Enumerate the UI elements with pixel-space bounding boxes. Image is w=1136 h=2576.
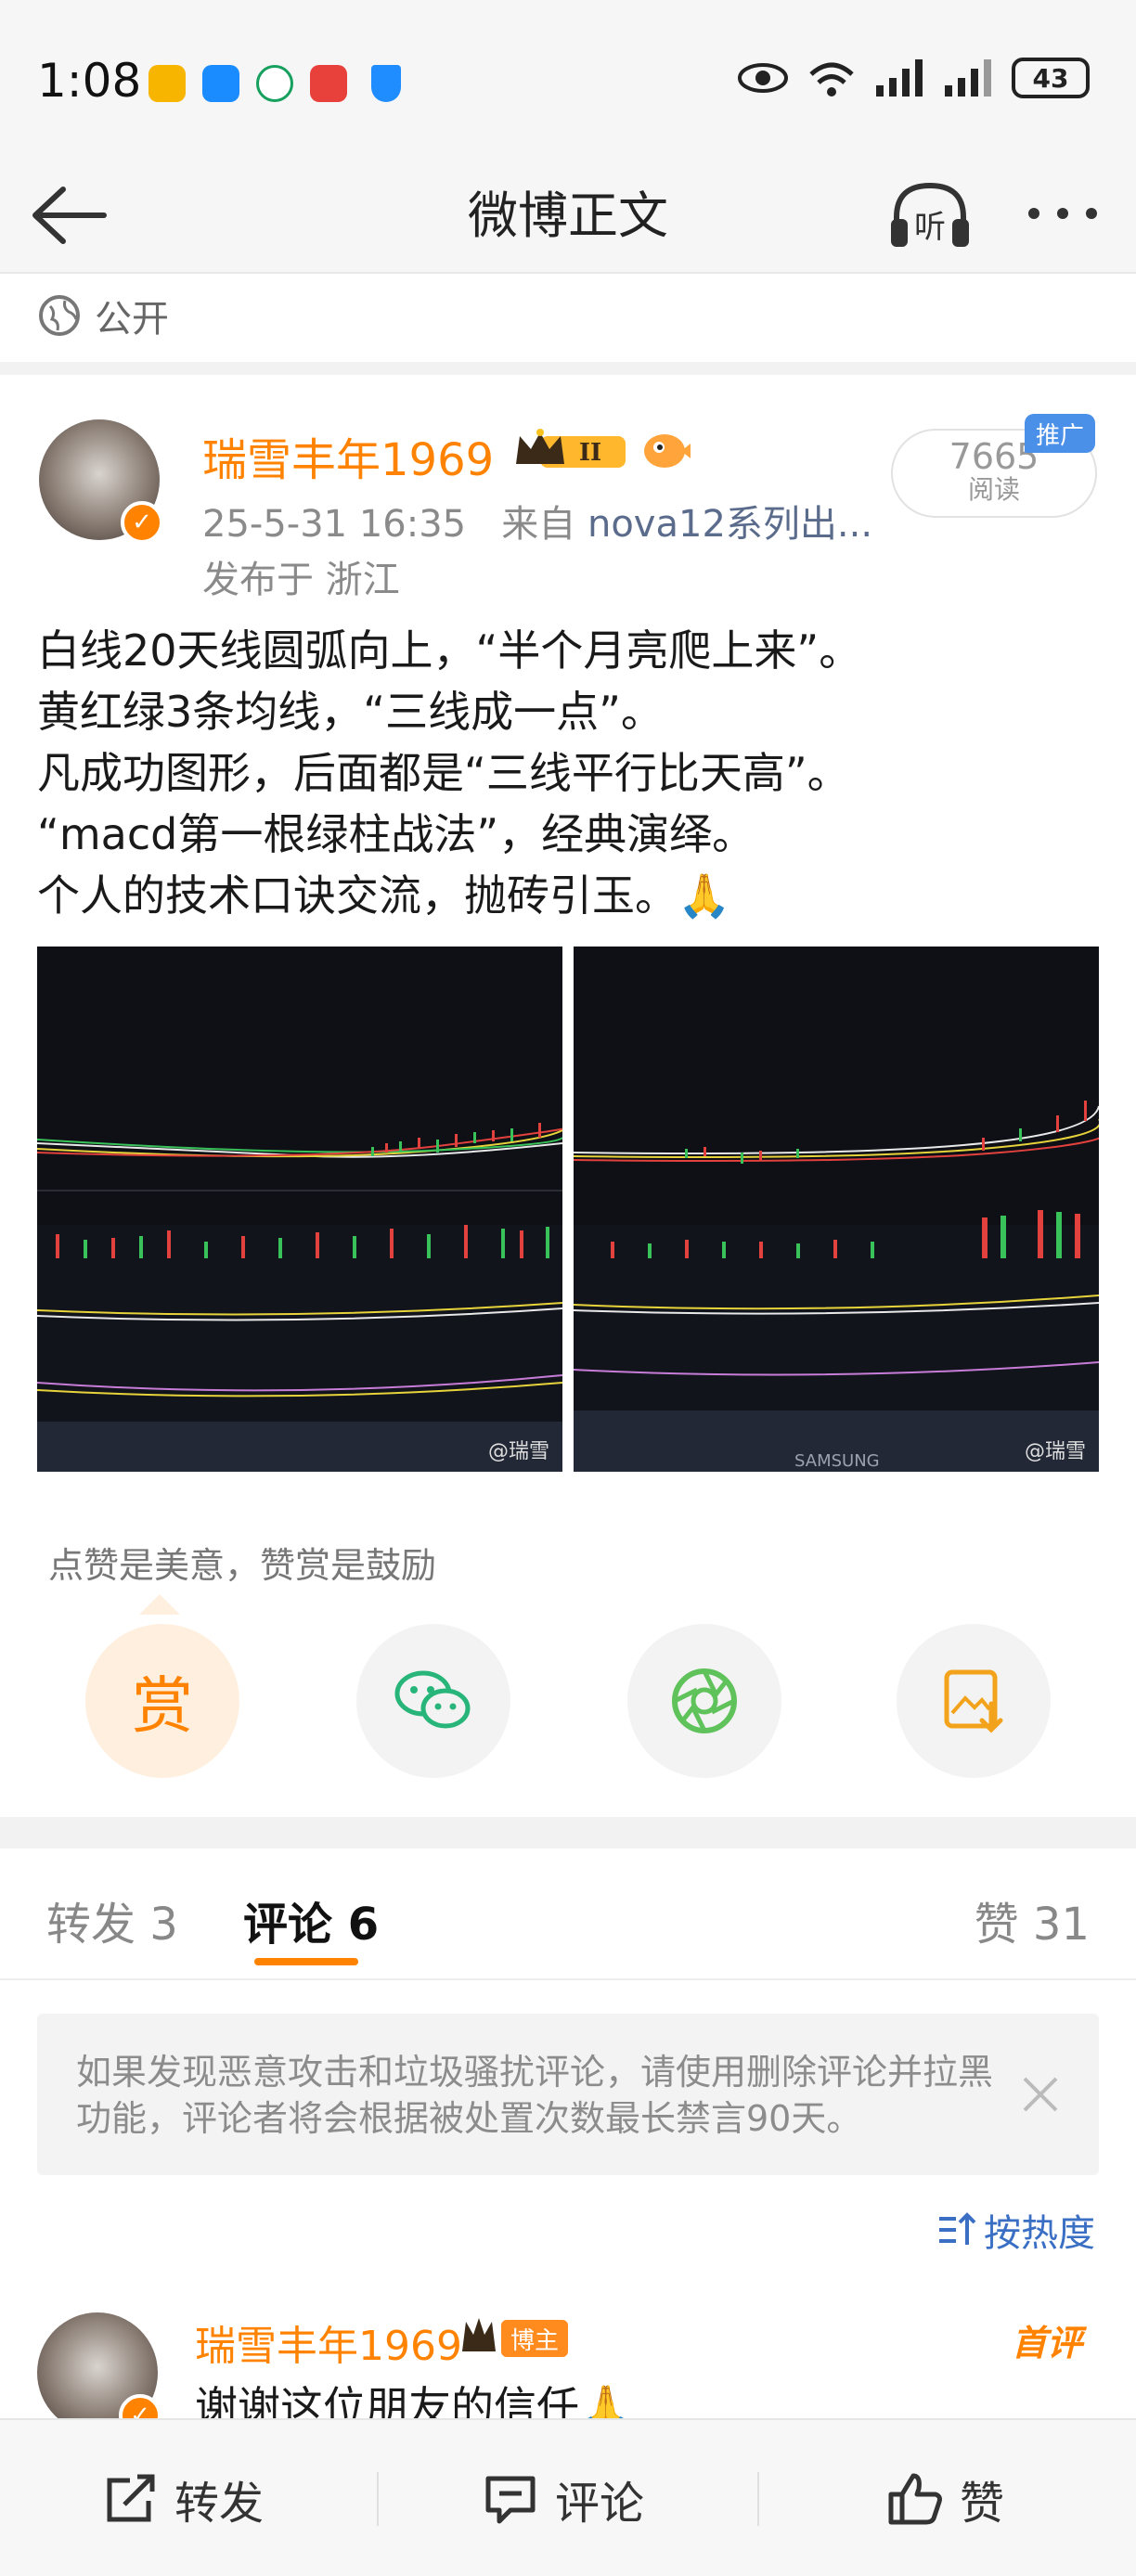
status-bar: 1:08 43 (0, 0, 1136, 158)
comment-button[interactable]: 评论 (483, 2420, 644, 2576)
post-location: 发布于 浙江 (202, 559, 400, 601)
tab-like[interactable]: 赞 31 (975, 1887, 1090, 1952)
title-bar: 微博正文 听 (0, 158, 1136, 274)
image-watermark: @瑞雪 (1024, 1440, 1086, 1463)
repost-icon (107, 2474, 155, 2522)
moments-aperture-icon (672, 1668, 737, 1733)
listen-label: 听 (914, 209, 946, 246)
stock-chart-photo: SAMSUNG (574, 947, 1099, 1472)
post-line: 个人的技术口诀交流，抛砖引玉。🙏 (37, 870, 731, 921)
notice-text: 如果发现恶意攻击和垃圾骚扰评论，请使用删除评论并拉黑功能，评论者将会根据被处置次… (76, 2052, 994, 2139)
signal-icon-2 (945, 59, 991, 97)
author-name[interactable]: 瑞雪丰年1969 (202, 423, 494, 488)
commenter-name[interactable]: 瑞雪丰年1969 (195, 2312, 462, 2372)
sort-by-hot-button[interactable]: 按热度 (936, 2203, 1095, 2257)
battery-indicator: 43 (1012, 58, 1090, 98)
headphones-icon: 听 (891, 182, 969, 247)
post-line: 白线20天线圆弧向上，“半个月亮爬上来”。 (37, 625, 862, 676)
share-moments-button[interactable] (627, 1624, 781, 1778)
post-image-stock-chart-1[interactable]: @瑞雪 (37, 947, 562, 1472)
post-timestamp: 25-5-31 16:35 (202, 503, 467, 546)
stock-chart-photo (37, 947, 562, 1472)
host-badge: 博主 (501, 2320, 569, 2357)
thumbs-up-icon (888, 2473, 942, 2525)
more-dots-icon (1028, 208, 1097, 219)
system-icons: 43 (737, 58, 1090, 98)
divider (377, 2472, 379, 2526)
repost-label: 转发 (174, 2478, 265, 2530)
promotion-tag[interactable]: 推广 (1025, 414, 1095, 453)
message-app-icon (202, 65, 239, 102)
section-divider (0, 362, 1136, 375)
bottom-action-bar: 转发 评论 赞 (0, 2418, 1136, 2576)
wechat-icon (394, 1670, 471, 1729)
wifi-icon (809, 62, 854, 97)
weibo-app-icon (148, 65, 186, 102)
globe-icon (39, 295, 80, 336)
like-label: 赞 (960, 2478, 1005, 2530)
caret-up-icon (139, 1594, 180, 1615)
verified-badge: ✓ (121, 501, 163, 544)
divider (757, 2472, 759, 2526)
comment-notice: 如果发现恶意攻击和垃圾骚扰评论，请使用删除评论并拉黑功能，评论者将会根据被处置次… (37, 2014, 1099, 2175)
first-comment-badge: 首评 (1012, 2323, 1083, 2363)
post-image-stock-chart-2[interactable]: SAMSUNG @瑞雪 (574, 947, 1099, 1472)
save-image-button[interactable] (897, 1624, 1051, 1778)
status-time: 1:08 (37, 54, 142, 108)
visibility-label: 公开 (95, 298, 169, 341)
active-tab-indicator (254, 1958, 358, 1965)
puffer-fish-icon (644, 434, 691, 468)
eye-icon (738, 63, 788, 93)
member-crown-badge[interactable]: II (512, 427, 629, 473)
author-avatar[interactable]: ✓ (39, 419, 163, 544)
commenter-avatar[interactable]: ✓ (37, 2312, 161, 2437)
huawei-app-icon (310, 65, 347, 102)
fan-badge-icon[interactable] (640, 427, 691, 473)
repost-button[interactable]: 转发 (102, 2420, 264, 2576)
signal-icon (876, 59, 923, 97)
level-badge-text: II (579, 439, 601, 467)
save-image-icon (944, 1669, 1003, 1733)
comment-label: 评论 (555, 2478, 645, 2530)
image-watermark: @瑞雪 (487, 1440, 549, 1463)
post-line: 凡成功图形，后面都是“三线平行比天高”。 (37, 748, 850, 798)
crown-icon: II (516, 429, 626, 468)
post-source[interactable]: nova12系列出... (587, 503, 872, 546)
read-label: 阅读 (967, 474, 1020, 505)
reward-hint: 点赞是美意，赞赏是鼓励 (48, 1545, 437, 1586)
like-button[interactable]: 赞 (887, 2420, 1004, 2576)
reward-button[interactable]: 赏 (85, 1624, 239, 1778)
tab-repost[interactable]: 转发 3 (46, 1887, 178, 1952)
more-options-button[interactable] (1021, 186, 1104, 241)
crown-icon (462, 2318, 496, 2351)
tab-comment[interactable]: 评论 6 (243, 1887, 379, 1952)
shield-icon (371, 65, 401, 102)
monitor-brand: SAMSUNG (794, 1451, 880, 1471)
interaction-tabs: 转发 3 评论 6 赞 31 (0, 1848, 1136, 1980)
visibility-row: 公开 (37, 288, 169, 343)
close-icon[interactable] (1019, 2073, 1062, 2116)
post-line: “macd第一根绿柱战法”，经典演绎。 (37, 809, 755, 859)
post-meta: 25-5-31 16:35 来自 nova12系列出... (202, 494, 872, 547)
section-divider (0, 1817, 1136, 1848)
source-prefix: 来自 (501, 503, 576, 546)
sort-label: 按热度 (984, 2212, 1095, 2255)
sort-icon (939, 2212, 976, 2245)
listen-button[interactable]: 听 (884, 173, 976, 256)
post-line: 黄红绿3条均线，“三线成一点”。 (37, 687, 664, 737)
finance-app-icon (256, 65, 293, 102)
comment-icon (485, 2476, 536, 2524)
post-body: 白线20天线圆弧向上，“半个月亮爬上来”。 黄红绿3条均线，“三线成一点”。 凡… (37, 620, 1104, 926)
share-wechat-button[interactable] (356, 1624, 510, 1778)
